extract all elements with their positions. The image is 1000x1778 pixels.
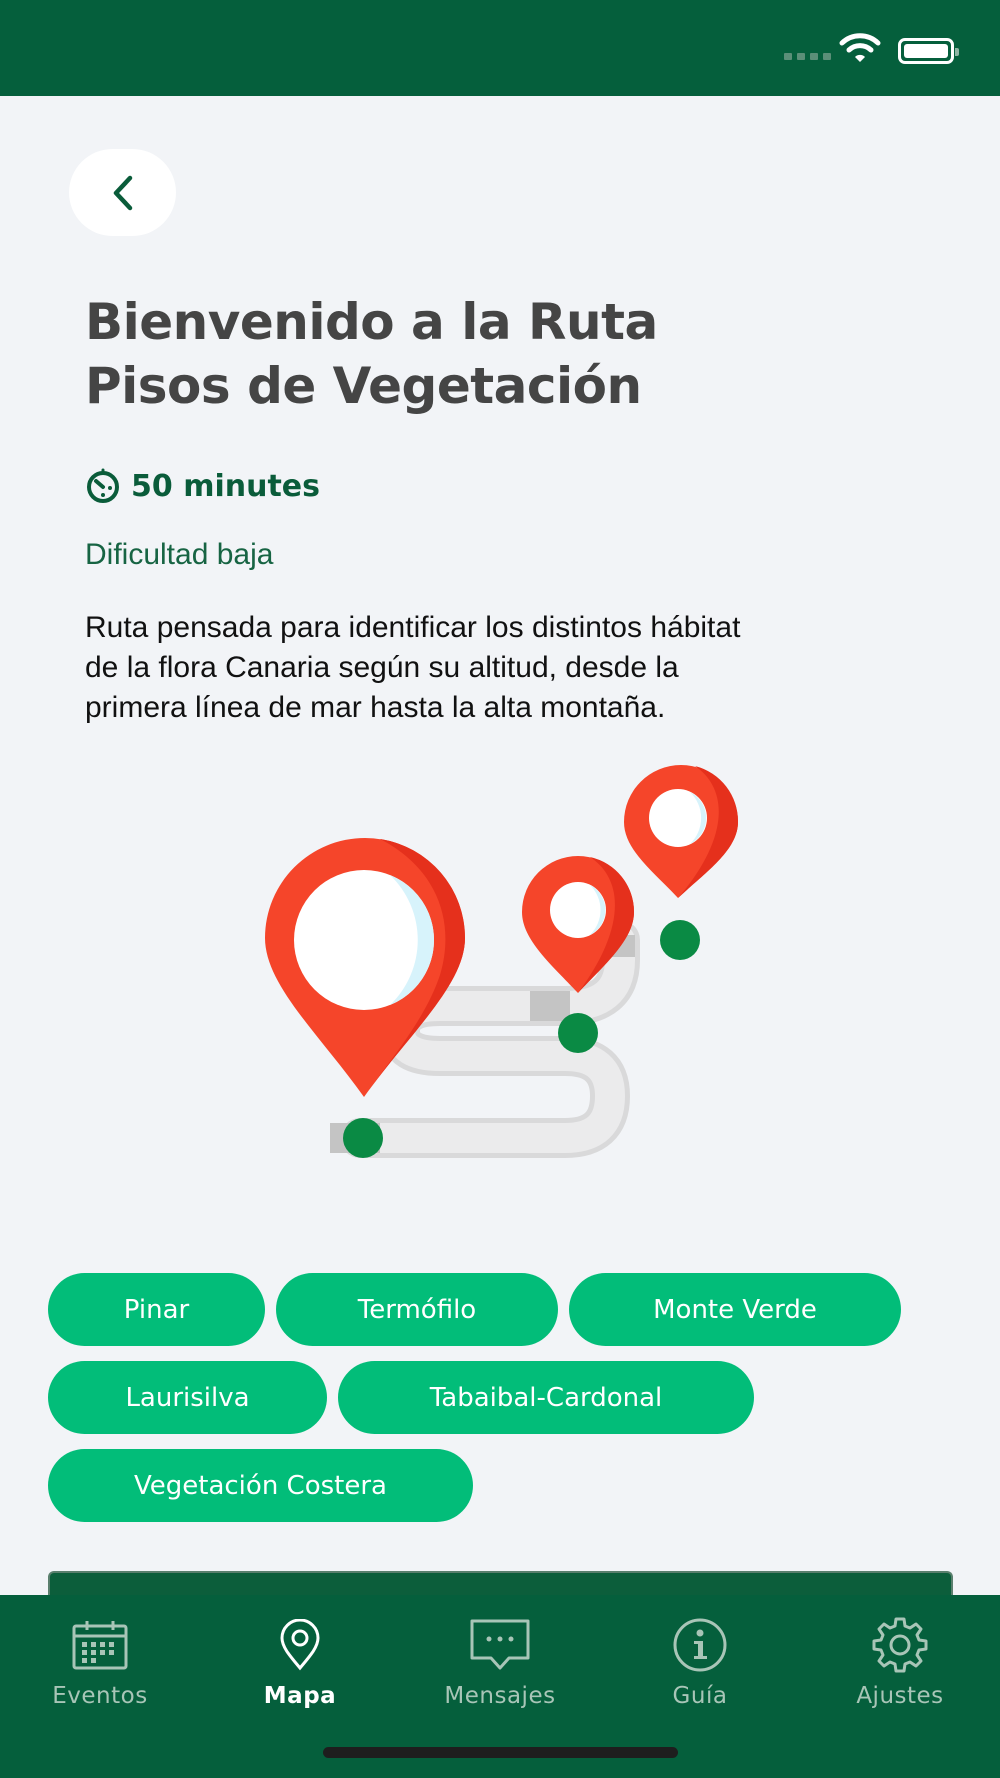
description-line: Ruta pensada para identificar los distin… [85, 611, 741, 644]
tab-label: Mensajes [444, 1683, 556, 1709]
tab-label: Guía [672, 1683, 728, 1709]
timer-icon [87, 468, 119, 503]
map-pin-icon [280, 1619, 320, 1671]
duration-row: 50 minutes [85, 468, 320, 504]
chip-pinar[interactable]: Pinar [48, 1273, 265, 1346]
gear-icon [872, 1617, 928, 1673]
chip-monte-verde[interactable]: Monte Verde [569, 1273, 901, 1346]
chip-laurisilva[interactable]: Laurisilva [48, 1361, 327, 1434]
vegetation-zone-chips: Pinar Termófilo Monte Verde Laurisilva T… [48, 1273, 968, 1537]
description-line: primera línea de mar hasta la alta monta… [85, 691, 666, 724]
tab-label: Mapa [263, 1683, 337, 1709]
description-line: de la flora Canaria según su altitud, de… [85, 651, 679, 684]
route-map-pins-illustration [265, 765, 739, 1158]
message-icon [470, 1619, 530, 1670]
home-indicator [323, 1747, 678, 1758]
wifi-icon [839, 33, 881, 62]
tab-mensajes[interactable]: Mensajes [420, 1615, 580, 1709]
info-icon [673, 1618, 727, 1672]
battery-icon [898, 38, 959, 64]
status-bar [0, 0, 1000, 96]
difficulty-text: Dificultad baja [85, 538, 274, 571]
title-line: Bienvenido a la Ruta [85, 293, 658, 351]
chip-vegetacion-costera[interactable]: Vegetación Costera [48, 1449, 473, 1522]
chip-tabaibal-cardonal[interactable]: Tabaibal-Cardonal [338, 1361, 754, 1434]
page-title: Bienvenido a la Ruta Pisos de Vegetación [85, 290, 925, 418]
title-line: Pisos de Vegetación [85, 357, 642, 415]
tab-guia[interactable]: Guía [620, 1615, 780, 1709]
duration-text: 50 minutes [131, 468, 320, 504]
route-description: Ruta pensada para identificar los distin… [85, 608, 965, 728]
signal-icon [784, 53, 831, 60]
calendar-icon [72, 1621, 128, 1670]
back-button[interactable] [69, 149, 176, 236]
tab-ajustes[interactable]: Ajustes [820, 1615, 980, 1709]
tab-label: Ajustes [856, 1683, 944, 1709]
tab-mapa[interactable]: Mapa [220, 1615, 380, 1709]
tab-eventos[interactable]: Eventos [20, 1615, 180, 1709]
tab-bar: Eventos Mapa Mensajes Guía Ajustes [0, 1595, 1000, 1778]
chip-termofilo[interactable]: Termófilo [276, 1273, 558, 1346]
tab-label: Eventos [52, 1683, 148, 1709]
chevron-left-icon [113, 175, 132, 210]
